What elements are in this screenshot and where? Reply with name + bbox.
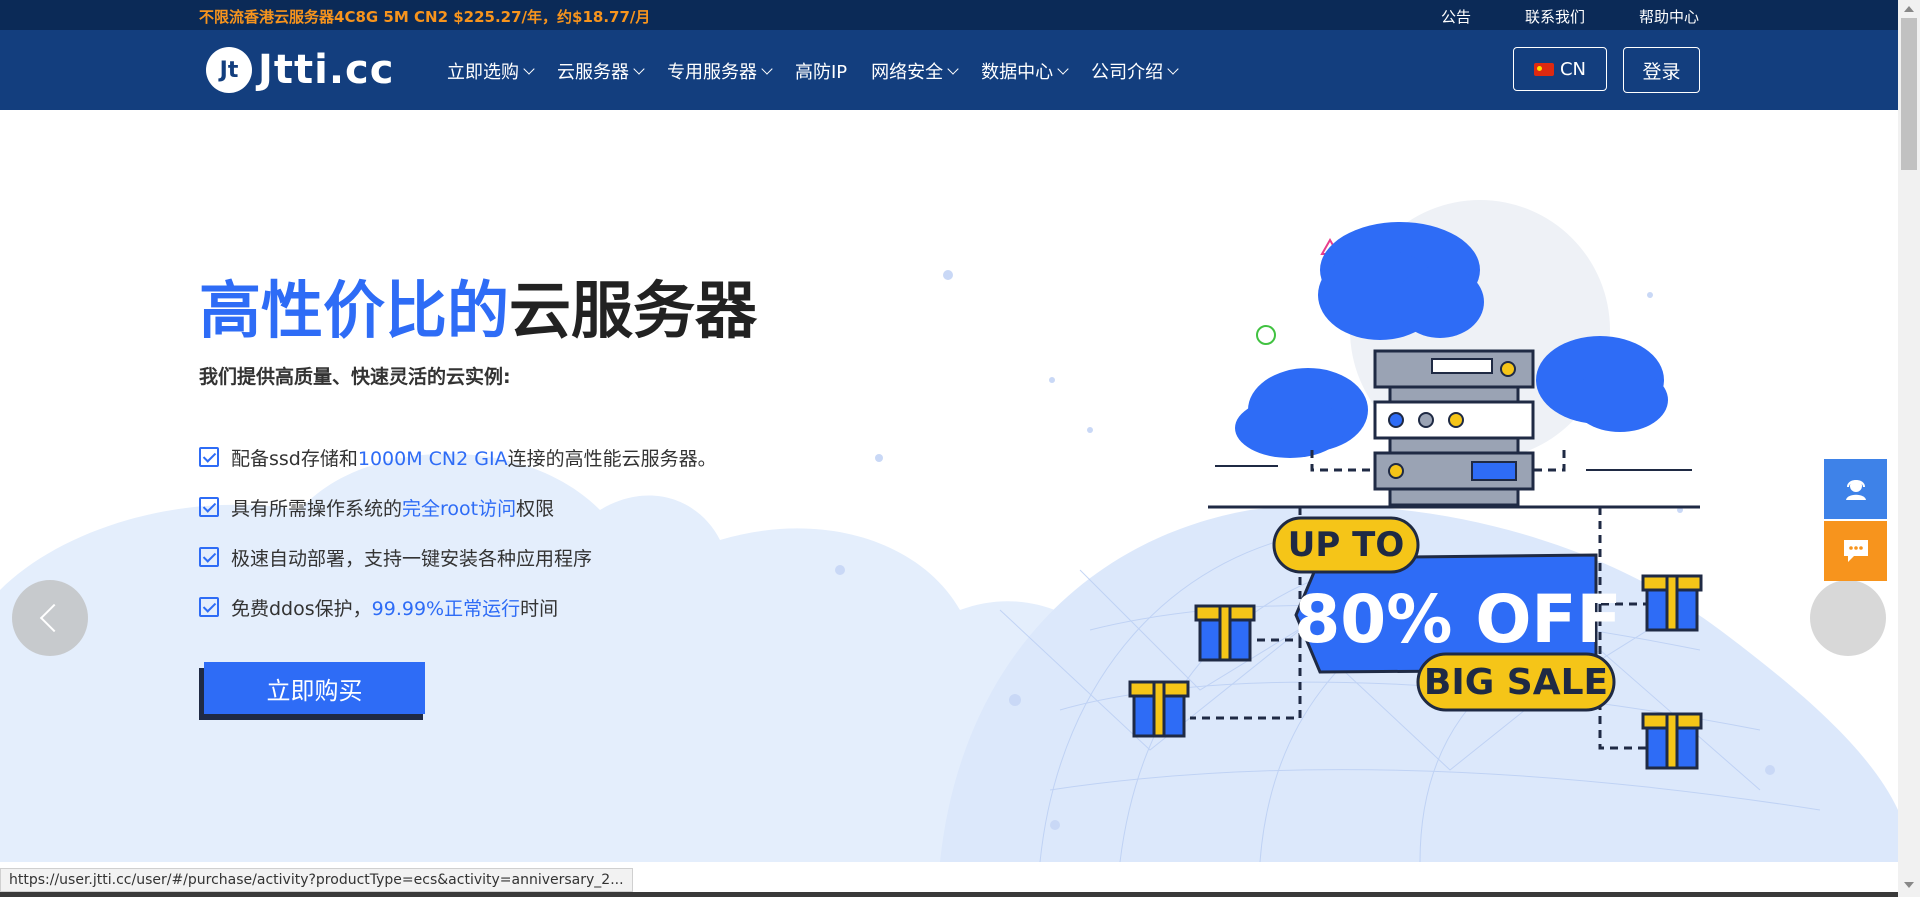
promo-link[interactable]: 不限流香港云服务器4C8G 5M CN2 $225.27/年，约$18.77/月 <box>199 6 650 27</box>
checkbox-icon <box>199 597 219 617</box>
nav-item-label: 云服务器 <box>557 62 629 83</box>
nav-item-label: 网络安全 <box>871 62 944 83</box>
buy-now-button[interactable]: 立即购买 <box>204 662 425 714</box>
nav-item-ddos-ip[interactable]: 高防IP <box>795 58 847 84</box>
nav-item-data-center[interactable]: 数据中心 <box>981 58 1069 84</box>
top-link-contact[interactable]: 联系我们 <box>1525 6 1585 27</box>
nav-item-label: 公司介绍 <box>1091 62 1164 83</box>
nav-item-buy-now[interactable]: 立即选购 <box>447 58 535 84</box>
nav-item-company[interactable]: 公司介绍 <box>1091 58 1179 84</box>
logo-mark: Jt <box>206 47 252 93</box>
page-scrollbar[interactable] <box>1898 0 1920 897</box>
nav-item-label: 立即选购 <box>447 62 519 83</box>
language-button[interactable]: CN <box>1513 47 1607 91</box>
badge-discount: 80% OFF <box>1294 581 1621 658</box>
badge-up-to: UP TO <box>1288 525 1404 565</box>
nav-item-dedicated-servers[interactable]: 专用服务器 <box>667 58 773 84</box>
main-nav: Jt Jtti.cc 立即选购 云服务器 专用服务器 高防IP 网络安全 数据中… <box>0 30 1898 110</box>
chevron-down-icon <box>1057 63 1069 75</box>
nav-item-label: 专用服务器 <box>667 62 757 83</box>
logo-text: Jtti.cc <box>258 47 395 93</box>
chat-button[interactable] <box>1824 521 1887 581</box>
chevron-down-icon <box>633 63 645 75</box>
nav-item-label: 数据中心 <box>981 62 1054 83</box>
feature-text: 免费ddos保护，99.99%正常运行时间 <box>231 597 559 620</box>
chevron-down-icon <box>523 63 535 75</box>
scrollbar-thumb[interactable] <box>1901 18 1917 170</box>
login-button[interactable]: 登录 <box>1623 47 1700 93</box>
china-flag-icon <box>1533 62 1554 76</box>
buy-now-button-wrapper: 立即购买 <box>199 662 425 720</box>
browser-status-url: https://user.jtti.cc/user/#/purchase/act… <box>0 868 633 892</box>
site-logo[interactable]: Jt Jtti.cc <box>206 47 394 93</box>
nav-menu: 立即选购 云服务器 专用服务器 高防IP 网络安全 数据中心 公司介绍 <box>447 58 1179 84</box>
customer-support-button[interactable] <box>1824 459 1887 519</box>
nav-item-cloud-servers[interactable]: 云服务器 <box>557 58 645 84</box>
checkbox-icon <box>199 547 219 567</box>
badge-big-sale: BIG SALE <box>1424 662 1608 703</box>
headset-icon <box>1845 480 1866 500</box>
nav-item-network-security[interactable]: 网络安全 <box>871 58 959 84</box>
carousel-prev-button[interactable] <box>12 580 88 656</box>
checkbox-icon <box>199 447 219 467</box>
scroll-up-arrow-icon[interactable] <box>1904 6 1914 12</box>
feature-item: 极速自动部署，支持一键安装各种应用程序 <box>199 532 717 582</box>
feature-list: 配备ssd存储和1000M CN2 GIA连接的高性能云服务器。 具有所需操作系… <box>199 432 717 632</box>
hero-banner: UP TO 80% OFF BIG SALE 高性价比的云服务器 我们提供高质量… <box>0 110 1898 862</box>
chat-bubble-icon <box>1843 540 1868 562</box>
chevron-down-icon <box>761 63 773 75</box>
feature-text: 配备ssd存储和1000M CN2 GIA连接的高性能云服务器。 <box>231 447 717 470</box>
language-label: CN <box>1559 58 1587 80</box>
hero-title-main: 云服务器 <box>509 274 758 347</box>
top-link-help[interactable]: 帮助中心 <box>1639 6 1699 27</box>
carousel-next-button[interactable] <box>1810 580 1886 656</box>
top-bar: 不限流香港云服务器4C8G 5M CN2 $225.27/年，约$18.77/月… <box>0 0 1898 30</box>
checkbox-icon <box>199 497 219 517</box>
feature-text: 具有所需操作系统的完全root访问权限 <box>231 497 555 520</box>
feature-text: 极速自动部署，支持一键安装各种应用程序 <box>231 547 593 570</box>
hero-title: 高性价比的云服务器 <box>199 260 757 350</box>
top-link-announcement[interactable]: 公告 <box>1441 6 1471 27</box>
chevron-down-icon <box>1167 63 1179 75</box>
chevron-down-icon <box>947 63 959 75</box>
taskbar-strip <box>0 892 1898 897</box>
feature-item: 配备ssd存储和1000M CN2 GIA连接的高性能云服务器。 <box>199 432 717 482</box>
nav-item-label: 高防IP <box>795 62 848 83</box>
scroll-down-arrow-icon[interactable] <box>1904 882 1914 888</box>
hero-title-highlight: 高性价比的 <box>199 274 510 347</box>
hero-subtitle: 我们提供高质量、快速灵活的云实例: <box>199 366 511 388</box>
top-links: 公告 联系我们 帮助中心 <box>1441 6 1699 27</box>
feature-item: 具有所需操作系统的完全root访问权限 <box>199 482 717 532</box>
feature-item: 免费ddos保护，99.99%正常运行时间 <box>199 582 717 632</box>
